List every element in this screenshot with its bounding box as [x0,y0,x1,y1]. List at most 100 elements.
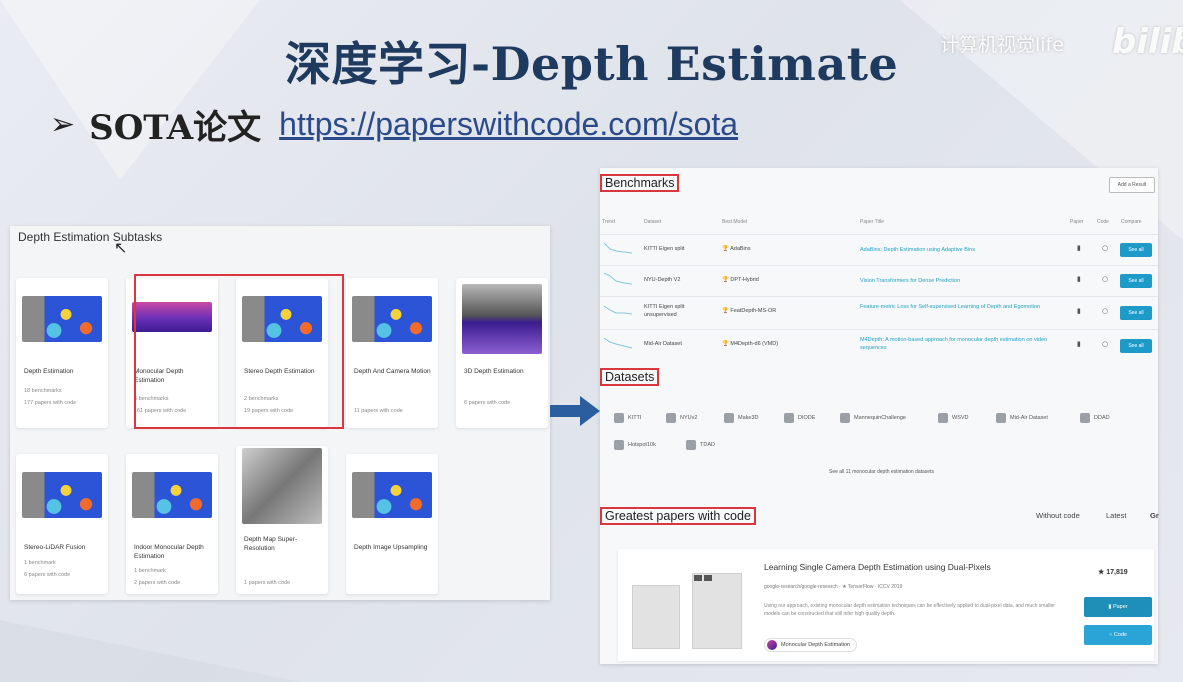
dataset-chip-mid-air[interactable]: Mid-Air Dataset [996,413,1048,423]
dataset-name: KITTI [628,415,642,421]
dataset-icon [784,413,794,423]
paper-meta: google-research/google-research · ★ Tens… [764,584,903,590]
bilibili-logo: bilib [1112,22,1183,62]
card-benchmarks: 1 benchmark [24,560,56,566]
paper-icon[interactable]: ▮ [1077,340,1081,348]
dataset-icon [614,440,624,450]
filter-without-code[interactable]: Without code [1036,511,1080,520]
see-all-datasets-link[interactable]: See all 11 monocular depth estimation da… [829,469,934,475]
dataset-icon [938,413,948,423]
row-paper-title[interactable]: M4Depth: A motion-based approach for mon… [860,336,1060,353]
dataset-chip-kitti[interactable]: KITTI [614,413,641,423]
sota-link[interactable]: https://paperswithcode.com/sota [279,106,738,143]
datasets-heading: Datasets [600,368,660,386]
trophy-icon: 🏆 [722,277,729,283]
code-icon[interactable]: ○ [1102,340,1108,348]
row-paper-title[interactable]: AdaBins: Depth Estimation using Adaptive… [860,246,1060,254]
dataset-icon [614,413,624,423]
highlight-box [134,274,344,429]
subtask-card-3d-depth[interactable]: 3D Depth Estimation 6 papers with code [456,278,548,428]
paper-icon[interactable]: ▮ [1077,307,1081,315]
dataset-name: WSVD [952,415,969,421]
header-code: Code [1097,219,1109,225]
see-all-button[interactable]: See all [1120,243,1152,257]
paper-button[interactable]: ▮ Paper [1084,597,1152,617]
trophy-icon: 🏆 [722,341,729,347]
code-icon[interactable]: ○ [1102,244,1108,252]
header-dataset: Dataset [644,219,662,225]
dataset-chip-tdad[interactable]: TDAD [686,440,715,450]
row-paper-title[interactable]: Feature-metric Loss for Self-supervised … [860,303,1060,311]
subtasks-title: Depth Estimation Subtasks [18,230,163,244]
card-thumbnail [462,284,542,354]
row-best-model: 🏆 M4Depth-d6 (VMD) [722,341,778,347]
card-papers: 1 papers with code [244,580,291,586]
slide-title: 深度学习-Depth Estimate [285,37,899,91]
paper-card[interactable]: Learning Single Camera Depth Estimation … [618,549,1154,661]
subtask-card-depth-estimation[interactable]: Depth Estimation 18 benchmarks 177 paper… [16,278,108,428]
code-button[interactable]: ○ Code [1084,625,1152,645]
dataset-chip-wsvd[interactable]: WSVD [938,413,969,423]
paper-task-tag[interactable]: Monocular Depth Estimation [764,638,858,652]
card-thumbnail [22,296,102,342]
subtasks-panel: Depth Estimation Subtasks ↖ Depth Estima… [10,226,550,600]
paper-icon[interactable]: ▮ [1077,244,1081,252]
dataset-chip-diode[interactable]: DIODE [784,413,815,423]
table-row[interactable]: Mid-Air Dataset 🏆 M4Depth-d6 (VMD) M4Dep… [600,329,1158,361]
paper-thumbnail [632,573,742,651]
dataset-chip-hotspot[interactable]: Hotspot10k [614,440,656,450]
card-thumbnail [352,296,432,342]
card-thumbnail [22,472,102,518]
see-all-button[interactable]: See all [1120,339,1152,353]
dataset-icon [686,440,696,450]
code-icon[interactable]: ○ [1102,275,1108,283]
dataset-name: Mid-Air Dataset [1010,415,1048,421]
header-best-model: Best Model [722,219,748,225]
table-row[interactable]: KITTI Eigen split 🏆 AdaBins AdaBins: Dep… [600,234,1158,264]
add-result-button[interactable]: Add a Result [1109,177,1155,193]
trend-sparkline [604,305,632,315]
row-model-name: M4Depth-d6 (VMD) [730,341,779,347]
card-name: Depth Map Super-Resolution [244,536,298,552]
dataset-chip-ddad[interactable]: DDAD [1080,413,1110,423]
subtask-card-depth-camera-motion[interactable]: Depth And Camera Motion 11 papers with c… [346,278,438,428]
filter-latest[interactable]: Latest [1106,511,1126,520]
dataset-chip-mannequin[interactable]: MannequinChallenge [840,413,906,423]
bullet-arrow-icon: ➢ [50,107,76,142]
card-papers: 177 papers with code [24,400,77,406]
paper-icon[interactable]: ▮ [1077,275,1081,283]
row-dataset: NYU-Depth V2 [644,277,681,283]
dataset-icon [1080,413,1090,423]
trend-sparkline [604,242,632,254]
code-button-label: Code [1113,632,1127,638]
trophy-icon: 🏆 [722,308,729,314]
subtask-card-indoor-monocular[interactable]: Indoor Monocular Depth Estimation 1 benc… [126,454,218,594]
see-all-button[interactable]: See all [1120,274,1152,288]
dataset-name: DDAD [1094,415,1110,421]
see-all-button[interactable]: See all [1120,306,1152,320]
filter-greatest[interactable]: Gr [1150,511,1159,520]
subtask-card-stereo-lidar[interactable]: Stereo-LiDAR Fusion 1 benchmark 6 papers… [16,454,108,594]
code-icon[interactable]: ○ [1102,307,1108,315]
paper-button-label: Paper [1112,604,1128,610]
table-row[interactable]: KITTI Eigen split unsupervised 🏆 FeatDep… [600,296,1158,328]
card-papers: 2 papers with code [134,580,181,586]
card-name: Stereo-LiDAR Fusion [24,544,86,551]
header-compare: Compare [1121,219,1142,225]
dataset-name: Make3D [738,415,759,421]
card-name: 3D Depth Estimation [464,368,524,375]
card-thumbnail [352,472,432,518]
dataset-chip-nyuv2[interactable]: NYUv2 [666,413,697,423]
subtask-card-depth-super-resolution[interactable]: Depth Map Super-Resolution 1 papers with… [236,446,328,594]
row-best-model: 🏆 AdaBins [722,246,751,252]
dataset-icon [724,413,734,423]
row-paper-title[interactable]: Vision Transformers for Dense Prediction [860,277,1060,285]
dataset-name: Hotspot10k [628,442,656,448]
trophy-icon: 🏆 [722,246,729,252]
table-row[interactable]: NYU-Depth V2 🏆 DPT-Hybrid Vision Transfo… [600,265,1158,295]
subtask-card-depth-upsampling[interactable]: Depth Image Upsampling [346,454,438,594]
card-thumbnail [242,448,322,524]
paper-title[interactable]: Learning Single Camera Depth Estimation … [764,562,991,572]
mouse-cursor-icon: ↖ [114,238,128,257]
dataset-chip-make3d[interactable]: Make3D [724,413,758,423]
